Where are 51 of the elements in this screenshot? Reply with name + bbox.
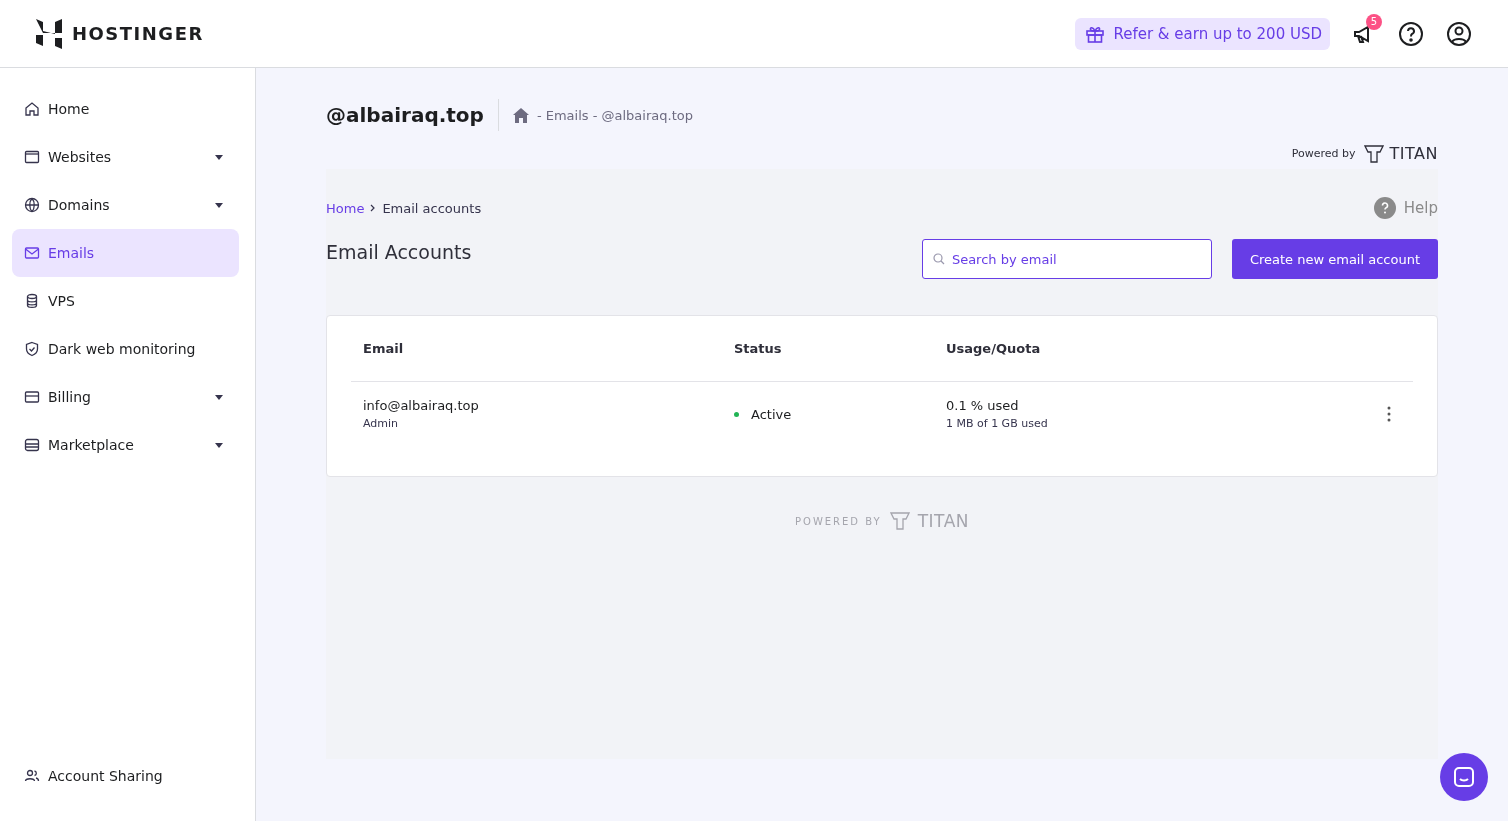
help-icon	[1373, 197, 1396, 219]
notification-badge: 5	[1366, 13, 1382, 30]
help-icon[interactable]	[1398, 20, 1424, 47]
titan-logo-icon	[889, 512, 910, 530]
sidebar-item[interactable]: Domains	[12, 181, 239, 229]
home-icon[interactable]	[512, 107, 529, 123]
titan-brand: TITAN	[1389, 144, 1438, 163]
titan-brand: TITAN	[917, 511, 969, 531]
logo-icon	[36, 18, 62, 49]
quota-text: 1 MB of 1 GB used	[946, 417, 1049, 430]
sidebar-item[interactable]: Websites	[12, 133, 239, 181]
email-address: info@albairaq.top	[363, 398, 480, 413]
powered-by-text: Powered by	[1291, 147, 1356, 160]
domain-title: @albairaq.top	[326, 103, 484, 127]
globe-icon	[24, 197, 40, 213]
card-icon	[24, 389, 40, 405]
refer-button[interactable]: Refer & earn up to 200 USD	[1075, 17, 1330, 50]
role-label: Admin	[363, 417, 400, 430]
powered-by-text: POWERED BY	[795, 515, 882, 527]
column-header: Status	[734, 341, 783, 356]
sidebar-item[interactable]: VPS	[12, 277, 239, 325]
breadcrumb: - Emails - @albairaq.top	[536, 107, 693, 123]
create-account-button[interactable]: Create new email account	[1231, 239, 1438, 279]
titan-logo-icon	[1363, 144, 1384, 163]
column-header: Email	[362, 341, 405, 356]
search-field[interactable]: Search by email	[921, 239, 1212, 279]
status-text: Active	[751, 406, 792, 422]
users-icon	[24, 768, 40, 784]
mail-icon	[24, 245, 40, 261]
shield-icon	[24, 341, 40, 357]
usage-text: 0.1 % used	[946, 398, 1020, 413]
user-icon[interactable]	[1446, 20, 1472, 47]
sidebar-item[interactable]: Marketplace	[12, 421, 239, 469]
browser-icon	[24, 149, 40, 165]
home-icon	[24, 101, 40, 117]
home-link[interactable]: Home	[326, 200, 365, 216]
sidebar-item[interactable]: Billing	[12, 373, 239, 421]
chevron-icon	[370, 204, 377, 212]
column-header: Usage/Quota	[946, 341, 1042, 356]
breadcrumb-current: Email accounts	[382, 200, 482, 216]
chat-button[interactable]	[1440, 753, 1488, 801]
page-heading: Email Accounts	[326, 241, 473, 263]
store-icon	[24, 437, 40, 453]
sidebar-item[interactable]: Account Sharing	[12, 761, 239, 791]
sidebar-item[interactable]: Dark web monitoring	[12, 325, 239, 373]
sidebar-item[interactable]: Emails	[12, 229, 239, 277]
database-icon	[24, 293, 40, 309]
sidebar-item[interactable]: Home	[12, 85, 239, 133]
more-icon[interactable]	[1387, 406, 1391, 422]
chat-icon	[1452, 765, 1476, 789]
logo-text: HOSTINGER	[72, 23, 204, 44]
